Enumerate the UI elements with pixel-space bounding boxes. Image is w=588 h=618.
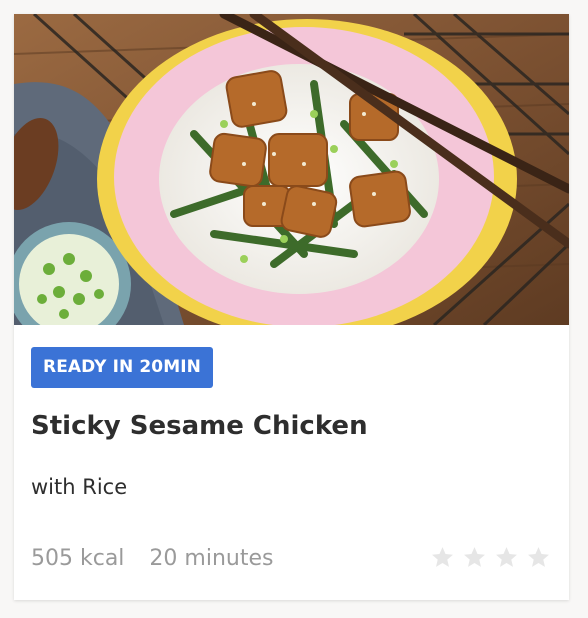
star-icon[interactable] bbox=[462, 545, 487, 570]
ready-time-badge: READY IN 20MIN bbox=[31, 347, 213, 388]
recipe-card[interactable]: READY IN 20MIN Sticky Sesame Chicken wit… bbox=[14, 14, 569, 600]
recipe-subtitle: with Rice bbox=[31, 475, 128, 499]
duration-label: 20 minutes bbox=[149, 546, 274, 571]
recipe-meta: 505 kcal 20 minutes bbox=[31, 542, 273, 576]
calories-label: 505 kcal bbox=[31, 546, 125, 571]
star-rating[interactable] bbox=[430, 545, 551, 570]
recipe-photo bbox=[14, 14, 569, 325]
star-icon[interactable] bbox=[430, 545, 455, 570]
recipe-title[interactable]: Sticky Sesame Chicken bbox=[31, 406, 368, 446]
star-icon[interactable] bbox=[494, 545, 519, 570]
star-icon[interactable] bbox=[526, 545, 551, 570]
